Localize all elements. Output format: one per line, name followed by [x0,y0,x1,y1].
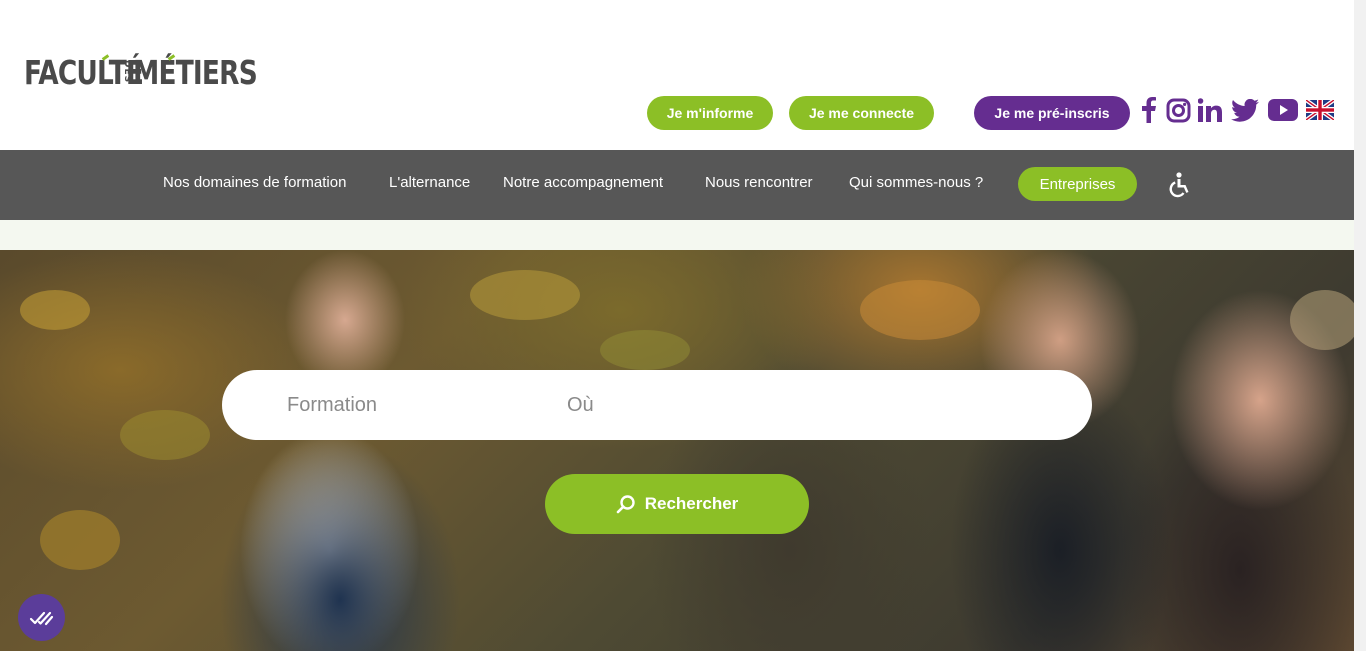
preregister-button[interactable]: Je me pré-inscris [974,96,1130,130]
accessibility-icon[interactable] [1168,172,1192,198]
nav-item-alternance[interactable]: L'alternance [389,174,470,191]
logo-word-faculte: FACULTÉ [24,52,144,92]
nav-entreprises-button[interactable]: Entreprises [1018,167,1137,201]
location-input[interactable] [567,370,1047,440]
connect-button[interactable]: Je me connecte [789,96,934,130]
nav-item-qui-sommes-nous[interactable]: Qui sommes-nous ? [849,174,983,191]
inform-button[interactable]: Je m'informe [647,96,773,130]
page: FACULTÉ DES MÉTIERS Je m'informe Je me c… [0,0,1366,651]
search-icon [616,495,635,514]
hero-foliage [20,290,90,330]
nav-item-rencontrer[interactable]: Nous rencontrer [705,174,813,191]
facebook-icon[interactable] [1140,95,1158,125]
logo-word-metiers: MÉTIERS [133,52,258,92]
twitter-icon[interactable] [1230,95,1260,125]
nav-item-accompagnement[interactable]: Notre accompagnement [503,174,663,191]
hero-foliage [470,270,580,320]
nav-item-domaines[interactable]: Nos domaines de formation [163,174,346,191]
hero-foliage [860,280,980,340]
search-button-label: Rechercher [644,494,739,513]
main-nav: Nos domaines de formation L'alternance N… [0,150,1354,220]
site-header: FACULTÉ DES MÉTIERS Je m'informe Je me c… [0,0,1354,150]
hero-foliage [1290,290,1360,350]
youtube-icon[interactable] [1267,95,1299,125]
hero-foliage [120,410,210,460]
formation-input[interactable] [287,370,547,440]
hero-foliage [40,510,120,570]
linkedin-icon[interactable] [1197,95,1223,125]
search-bar [222,370,1092,440]
hero-image [0,250,1366,651]
instagram-icon[interactable] [1164,95,1192,125]
page-scrollbar[interactable] [1354,0,1366,651]
uk-flag-icon[interactable] [1306,95,1334,125]
cookie-consent-button[interactable] [18,594,65,641]
check-double-icon [29,611,53,625]
hero-top-strip [0,220,1366,250]
hero-foliage [600,330,690,370]
search-button[interactable]: Rechercher [545,474,809,534]
site-logo[interactable]: FACULTÉ DES MÉTIERS [24,52,263,92]
